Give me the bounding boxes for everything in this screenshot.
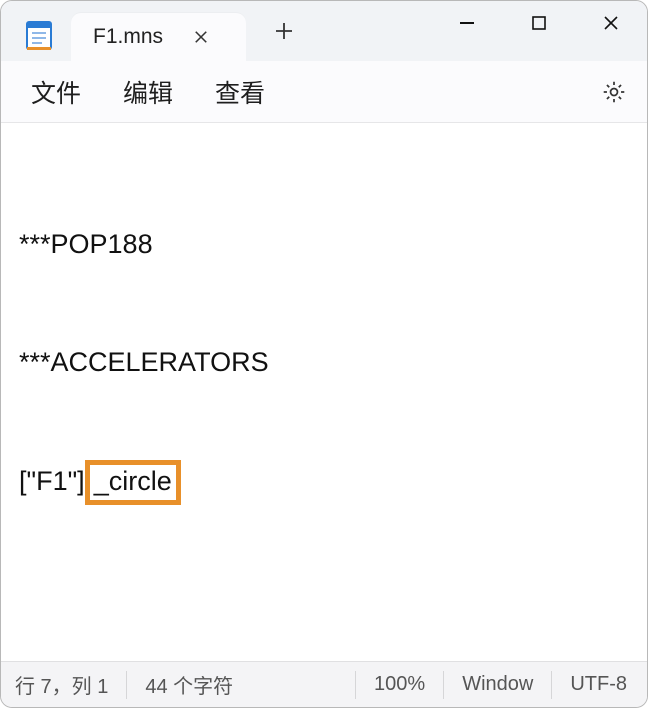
tab-title: F1.mns — [93, 25, 163, 49]
text-editor[interactable]: ***POP188 ***ACCELERATORS ["F1"]_circle — [1, 123, 647, 661]
status-position: 行 7，列 1 — [15, 671, 126, 699]
status-line-ending[interactable]: Window — [443, 671, 551, 699]
menu-file[interactable]: 文件 — [31, 74, 81, 110]
close-button[interactable] — [575, 1, 647, 45]
status-encoding[interactable]: UTF-8 — [551, 671, 645, 699]
editor-line: ["F1"]_circle — [19, 460, 629, 504]
minimize-button[interactable] — [431, 1, 503, 45]
maximize-button[interactable] — [503, 1, 575, 45]
close-tab-icon[interactable] — [187, 23, 215, 51]
settings-button[interactable] — [599, 77, 629, 107]
editor-text: ["F1"] — [19, 466, 85, 496]
highlight-box: _circle — [85, 460, 181, 504]
app-window: F1.mns 文件 编辑 查看 — [0, 0, 648, 708]
menu-edit[interactable]: 编辑 — [123, 74, 173, 110]
menu-view[interactable]: 查看 — [215, 74, 265, 110]
new-tab-button[interactable] — [256, 21, 312, 41]
tab-strip: F1.mns — [71, 1, 312, 61]
titlebar[interactable]: F1.mns — [1, 1, 647, 61]
status-char-count: 44 个字符 — [126, 671, 251, 699]
editor-line: ***ACCELERATORS — [19, 343, 629, 382]
editor-line: ***POP188 — [19, 225, 629, 264]
status-zoom[interactable]: 100% — [355, 671, 443, 699]
window-controls — [431, 1, 647, 61]
notepad-icon — [19, 1, 59, 61]
tab-active[interactable]: F1.mns — [71, 13, 246, 61]
menubar: 文件 编辑 查看 — [1, 61, 647, 123]
status-bar: 行 7，列 1 44 个字符 100% Window UTF-8 — [1, 661, 647, 707]
